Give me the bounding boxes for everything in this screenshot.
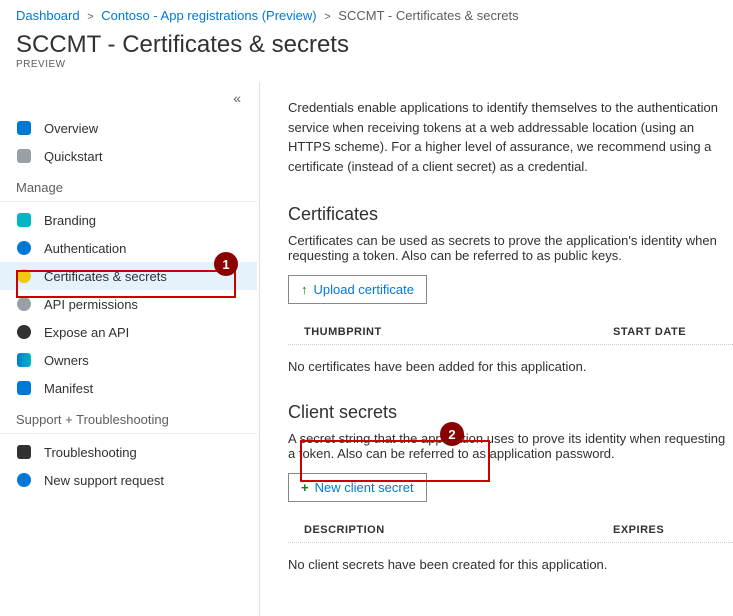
breadcrumb-current: SCCMT - Certificates & secrets (338, 8, 518, 23)
branding-icon (16, 212, 32, 228)
certificates-description: Certificates can be used as secrets to p… (288, 233, 733, 263)
plus-icon: + (301, 480, 309, 495)
sidebar-item-quickstart[interactable]: Quickstart (0, 142, 257, 170)
sidebar-section-manage: Manage (0, 170, 257, 202)
api-perm-icon (16, 296, 32, 312)
breadcrumb-dashboard[interactable]: Dashboard (16, 8, 80, 23)
column-expires: EXPIRES (613, 524, 733, 536)
sidebar-item-label: Overview (44, 121, 98, 136)
page-title: SCCMT - Certificates & secrets (0, 27, 733, 59)
client-secrets-heading: Client secrets (288, 402, 733, 423)
chevron-right-icon: > (87, 11, 93, 23)
expose-api-icon (16, 324, 32, 340)
sidebar-item-branding[interactable]: Branding (0, 206, 257, 234)
overview-icon (16, 120, 32, 136)
sidebar-item-label: Owners (44, 353, 89, 368)
certificates-table-header: THUMBPRINT START DATE (288, 320, 733, 345)
sidebar: « Overview Quickstart Manage Branding Au… (0, 82, 260, 616)
column-start-date: START DATE (613, 326, 733, 338)
button-label: New client secret (315, 480, 414, 495)
sidebar-item-label: Branding (44, 213, 96, 228)
sidebar-item-label: Authentication (44, 241, 126, 256)
sidebar-item-owners[interactable]: Owners (0, 346, 257, 374)
preview-badge: PREVIEW (0, 59, 733, 82)
key-icon (16, 268, 32, 284)
column-thumbprint: THUMBPRINT (288, 326, 613, 338)
secrets-empty-message: No client secrets have been created for … (288, 543, 733, 600)
content-pane: Credentials enable applications to ident… (260, 82, 733, 616)
sidebar-item-label: Troubleshooting (44, 445, 137, 460)
breadcrumb: Dashboard > Contoso - App registrations … (0, 0, 733, 27)
sidebar-item-label: New support request (44, 473, 164, 488)
support-icon (16, 472, 32, 488)
sidebar-item-label: Expose an API (44, 325, 129, 340)
sidebar-item-label: Quickstart (44, 149, 103, 164)
sidebar-item-certificates-secrets[interactable]: Certificates & secrets (0, 262, 257, 290)
owners-icon (16, 352, 32, 368)
quickstart-icon (16, 148, 32, 164)
button-label: Upload certificate (314, 282, 414, 297)
sidebar-item-label: API permissions (44, 297, 138, 312)
sidebar-item-troubleshooting[interactable]: Troubleshooting (0, 438, 257, 466)
auth-icon (16, 240, 32, 256)
certificates-heading: Certificates (288, 204, 733, 225)
sidebar-item-overview[interactable]: Overview (0, 114, 257, 142)
credentials-intro-text: Credentials enable applications to ident… (288, 98, 733, 176)
client-secrets-description: A secret string that the application use… (288, 431, 733, 461)
sidebar-section-support: Support + Troubleshooting (0, 402, 257, 434)
sidebar-item-api-permissions[interactable]: API permissions (0, 290, 257, 318)
certificates-empty-message: No certificates have been added for this… (288, 345, 733, 402)
upload-icon: ↑ (301, 282, 308, 297)
sidebar-item-expose-api[interactable]: Expose an API (0, 318, 257, 346)
sidebar-item-manifest[interactable]: Manifest (0, 374, 257, 402)
troubleshoot-icon (16, 444, 32, 460)
breadcrumb-app-registrations[interactable]: Contoso - App registrations (Preview) (101, 8, 316, 23)
sidebar-item-label: Certificates & secrets (44, 269, 167, 284)
collapse-sidebar-button[interactable]: « (0, 90, 257, 114)
secrets-table-header: DESCRIPTION EXPIRES (288, 518, 733, 543)
sidebar-item-label: Manifest (44, 381, 93, 396)
sidebar-item-authentication[interactable]: Authentication (0, 234, 257, 262)
column-description: DESCRIPTION (288, 524, 613, 536)
manifest-icon (16, 380, 32, 396)
new-client-secret-button[interactable]: + New client secret (288, 473, 427, 502)
upload-certificate-button[interactable]: ↑ Upload certificate (288, 275, 427, 304)
chevron-right-icon: > (324, 11, 330, 23)
sidebar-item-new-support-request[interactable]: New support request (0, 466, 257, 494)
